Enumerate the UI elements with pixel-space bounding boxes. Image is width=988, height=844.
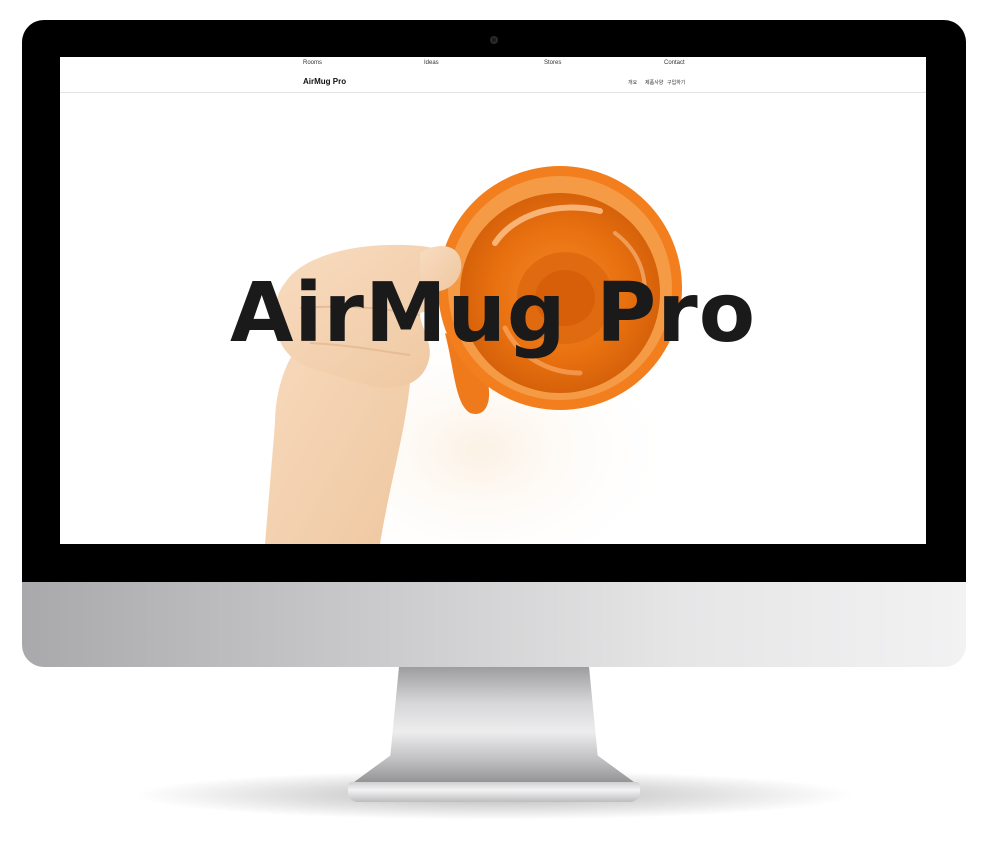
product-title[interactable]: AirMug Pro xyxy=(303,77,346,86)
product-nav-buy[interactable]: 구입하기 xyxy=(667,79,685,86)
product-nav-overview[interactable]: 개요 xyxy=(628,79,637,86)
hero-title: AirMug Pro xyxy=(229,266,757,361)
camera-icon xyxy=(490,36,498,44)
monitor-stand-base xyxy=(348,782,640,802)
global-nav-contact[interactable]: Contact xyxy=(664,60,685,66)
screen: Rooms Ideas Stores Contact AirMug Pro 개요… xyxy=(60,57,926,544)
monitor-chin xyxy=(22,581,966,667)
global-nav: Rooms Ideas Stores Contact xyxy=(60,57,926,71)
global-nav-stores[interactable]: Stores xyxy=(544,60,561,66)
global-nav-rooms[interactable]: Rooms xyxy=(303,60,322,66)
product-nav-specs[interactable]: 제품사양 xyxy=(645,79,663,86)
product-nav: AirMug Pro 개요 제품사양 구입하기 xyxy=(60,71,926,93)
global-nav-ideas[interactable]: Ideas xyxy=(424,60,439,66)
monitor-stand-neck xyxy=(350,667,638,785)
imac-mockup: Rooms Ideas Stores Contact AirMug Pro 개요… xyxy=(0,0,988,844)
hero-section: AirMug Pro xyxy=(60,93,926,544)
